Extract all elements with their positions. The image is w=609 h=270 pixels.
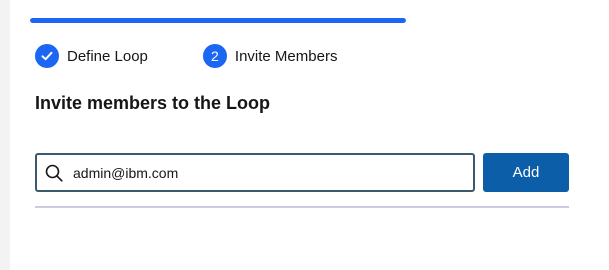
page-title: Invite members to the Loop (35, 93, 271, 113)
progress-bar (30, 18, 406, 23)
step-label: Define Loop (67, 47, 148, 65)
step-invite-members[interactable]: 2 Invite Members (202, 44, 338, 68)
step-number: 2 (202, 44, 227, 68)
progress-bar-fill (30, 18, 406, 23)
member-search-input[interactable]: admin@ibm.com (35, 153, 475, 192)
invite-panel (10, 0, 609, 270)
step-indicator: Define Loop 2 Invite Members (35, 44, 337, 68)
divider (35, 206, 569, 208)
search-value[interactable]: admin@ibm.com (73, 165, 178, 181)
add-button[interactable]: Add (483, 153, 569, 192)
step-define-loop[interactable]: Define Loop (35, 44, 148, 68)
checkmark-icon (35, 44, 59, 68)
step-label: Invite Members (234, 47, 338, 65)
search-icon (45, 164, 63, 182)
